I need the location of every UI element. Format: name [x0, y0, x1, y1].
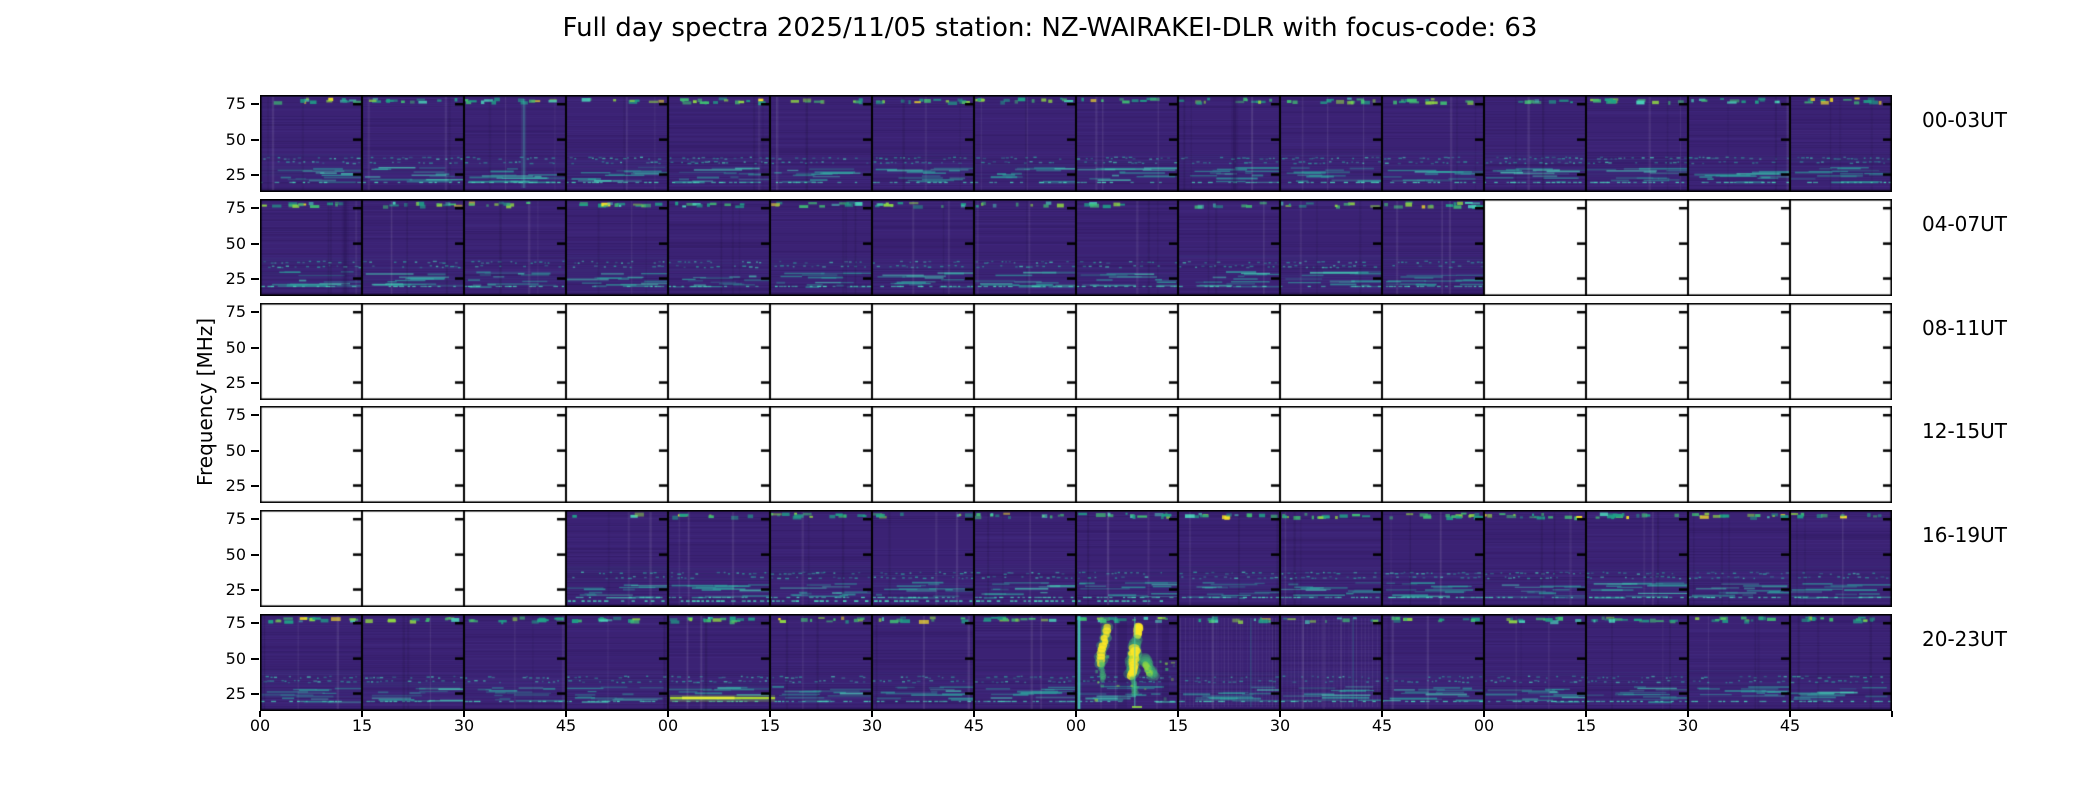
y-tick-mark	[251, 622, 259, 625]
x-tick-label: 00	[657, 716, 679, 735]
x-tick-label: 00	[1473, 716, 1495, 735]
spectrogram-row	[260, 510, 1892, 607]
y-tick-mark	[251, 553, 259, 556]
row-label: 04-07UT	[1922, 212, 2007, 236]
y-tick-mark	[251, 449, 259, 452]
x-tick-label: 00	[1065, 716, 1087, 735]
y-tick-label: 25	[225, 372, 246, 392]
spectrogram-row	[260, 406, 1892, 503]
y-tick-mark	[251, 277, 259, 280]
row-label: 20-23UT	[1922, 627, 2007, 651]
x-tick-label: 30	[453, 716, 475, 735]
x-tick-label: 30	[1269, 716, 1291, 735]
row-label: 00-03UT	[1922, 108, 2007, 132]
y-tick-label: 50	[225, 648, 246, 668]
y-tick-label: 25	[225, 579, 246, 599]
spectrogram-canvas	[260, 95, 1892, 192]
y-tick-label: 50	[225, 233, 246, 253]
y-tick-mark	[251, 346, 259, 349]
x-tick-label: 00	[249, 716, 271, 735]
y-tick-mark	[251, 103, 259, 106]
x-tick-label: 45	[1371, 716, 1393, 735]
y-tick-label: 50	[225, 544, 246, 564]
row-label: 12-15UT	[1922, 419, 2007, 443]
y-tick-label: 25	[225, 164, 246, 184]
chart-title: Full day spectra 2025/11/05 station: NZ-…	[562, 13, 1538, 43]
spectrogram-canvas	[260, 406, 1892, 503]
x-tick-label: 15	[1575, 716, 1597, 735]
x-tick-label: 45	[1779, 716, 1801, 735]
spectrogram-row	[260, 199, 1892, 296]
spectrogram-canvas	[260, 614, 1892, 711]
y-tick-mark	[251, 242, 259, 245]
y-tick-label: 50	[225, 440, 246, 460]
y-tick-mark	[251, 173, 259, 176]
y-tick-mark	[251, 588, 259, 591]
y-tick-label: 75	[225, 405, 246, 425]
spectrogram-canvas	[260, 510, 1892, 607]
y-tick-label: 75	[225, 509, 246, 529]
y-tick-mark	[251, 138, 259, 141]
y-tick-label: 75	[225, 613, 246, 633]
y-tick-label: 25	[225, 268, 246, 288]
y-tick-mark	[251, 311, 259, 314]
spectrogram-canvas	[260, 303, 1892, 400]
row-label: 16-19UT	[1922, 523, 2007, 547]
x-tick-label: 30	[861, 716, 883, 735]
figure: Full day spectra 2025/11/05 station: NZ-…	[0, 0, 2100, 800]
y-tick-label: 25	[225, 475, 246, 495]
y-tick-label: 75	[225, 94, 246, 114]
y-tick-mark	[251, 692, 259, 695]
y-tick-mark	[251, 657, 259, 660]
y-tick-mark	[251, 518, 259, 521]
y-tick-mark	[251, 414, 259, 417]
x-tick-label: 15	[351, 716, 373, 735]
x-tick-label: 30	[1677, 716, 1699, 735]
y-tick-label: 75	[225, 302, 246, 322]
y-tick-mark	[251, 207, 259, 210]
x-tick-label: 45	[555, 716, 577, 735]
spectrogram-row	[260, 614, 1892, 711]
row-label: 08-11UT	[1922, 316, 2007, 340]
x-tick-mark	[1891, 711, 1893, 717]
y-tick-label: 25	[225, 683, 246, 703]
y-tick-label: 50	[225, 337, 246, 357]
spectrogram-canvas	[260, 199, 1892, 296]
y-tick-mark	[251, 484, 259, 487]
y-tick-label: 50	[225, 129, 246, 149]
y-tick-mark	[251, 381, 259, 384]
x-tick-label: 15	[759, 716, 781, 735]
y-tick-label: 75	[225, 198, 246, 218]
x-tick-label: 45	[963, 716, 985, 735]
x-tick-label: 15	[1167, 716, 1189, 735]
spectrogram-row	[260, 95, 1892, 192]
spectrogram-row	[260, 303, 1892, 400]
